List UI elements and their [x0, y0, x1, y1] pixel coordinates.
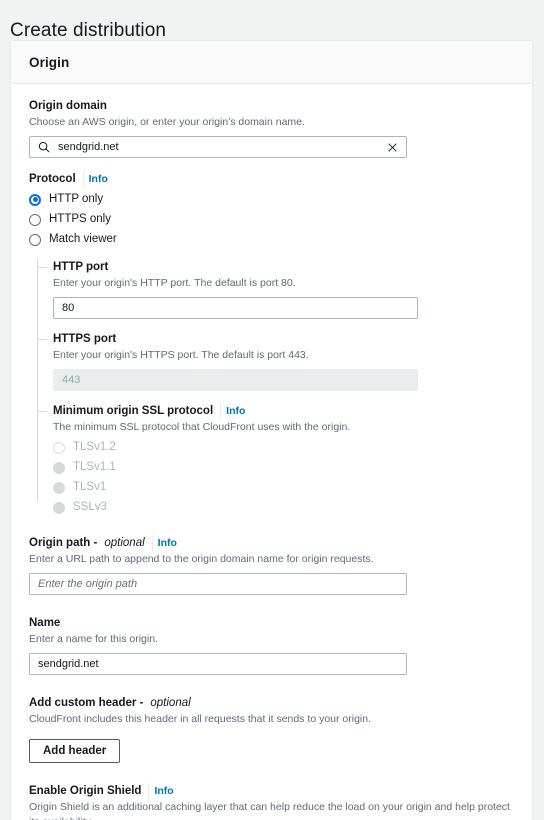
custom-header-field: Add custom header - optional CloudFront …: [29, 695, 514, 763]
add-header-button[interactable]: Add header: [29, 739, 121, 763]
protocol-option-label: HTTPS only: [49, 213, 111, 225]
origin-domain-value: sendgrid.net: [58, 141, 119, 153]
protocol-option-http-only[interactable]: HTTP only: [29, 192, 514, 207]
origin-domain-label: Origin domain: [29, 100, 107, 112]
origin-path-label: Origin path -: [29, 537, 98, 549]
protocol-option-https-only[interactable]: HTTPS only: [29, 212, 514, 227]
origin-domain-description: Choose an AWS origin, or enter your orig…: [29, 116, 305, 128]
origin-path-description: Enter a URL path to append to the origin…: [29, 553, 374, 565]
custom-header-optional-tag: optional: [150, 697, 191, 709]
close-icon[interactable]: [387, 142, 398, 153]
origin-name-input[interactable]: sendgrid.net: [29, 653, 407, 675]
https-port-label: HTTPS port: [53, 333, 117, 345]
search-icon: [38, 141, 50, 153]
origin-domain-label-row: Origin domain: [29, 98, 514, 114]
min-ssl-protocol-field: Minimum origin SSL protocol Info The min…: [37, 403, 514, 515]
min-ssl-option-label: TLSv1: [73, 481, 107, 493]
radio-icon: [53, 461, 65, 474]
min-ssl-option-label: TLSv1.2: [73, 441, 116, 453]
origin-shield-label-row: Enable Origin Shield Info: [29, 783, 514, 799]
protocol-field: Protocol Info HTTP only HTTPS only Match…: [29, 171, 514, 515]
origin-shield-field: Enable Origin Shield Info Origin Shield …: [29, 783, 514, 820]
https-port-input: 443: [53, 369, 418, 391]
custom-header-description: CloudFront includes this header in all r…: [29, 713, 372, 725]
https-port-label-row: HTTPS port: [53, 331, 514, 347]
http-port-description: Enter your origin's HTTP port. The defau…: [53, 277, 296, 289]
protocol-option-label: HTTP only: [49, 193, 104, 205]
min-ssl-option-label: TLSv1.1: [73, 461, 116, 473]
protocol-label-row: Protocol Info: [29, 171, 514, 187]
origin-domain-input-content: sendgrid.net: [38, 141, 387, 153]
http-port-value: 80: [62, 302, 75, 314]
origin-shield-label: Enable Origin Shield: [29, 785, 142, 797]
http-port-label-row: HTTP port: [53, 259, 514, 275]
protocol-info-link[interactable]: Info: [82, 171, 108, 187]
https-port-value: 443: [62, 374, 81, 386]
min-ssl-option-tlsv1: TLSv1: [53, 480, 514, 495]
radio-icon: [29, 233, 41, 246]
origin-path-input[interactable]: Enter the origin path: [29, 573, 407, 595]
origin-path-label-row: Origin path - optional Info: [29, 535, 514, 551]
radio-icon: [29, 213, 41, 226]
min-ssl-description: The minimum SSL protocol that CloudFront…: [53, 421, 351, 433]
min-ssl-label: Minimum origin SSL protocol: [53, 405, 214, 417]
radio-icon: [53, 481, 65, 494]
protocol-nested-settings: HTTP port Enter your origin's HTTP port.…: [37, 259, 514, 515]
origin-name-label: Name: [29, 617, 61, 629]
http-port-field: HTTP port Enter your origin's HTTP port.…: [37, 259, 514, 319]
custom-header-label: Add custom header -: [29, 697, 144, 709]
origin-panel-body: Origin domain Choose an AWS origin, or e…: [11, 84, 532, 820]
min-ssl-label-row: Minimum origin SSL protocol Info: [53, 403, 514, 419]
https-port-field: HTTPS port Enter your origin's HTTPS por…: [37, 331, 514, 391]
radio-icon: [53, 501, 65, 514]
origin-path-info-link[interactable]: Info: [151, 535, 177, 551]
https-port-description: Enter your origin's HTTPS port. The defa…: [53, 349, 309, 361]
min-ssl-option-tlsv11: TLSv1.1: [53, 460, 514, 475]
min-ssl-option-sslv3: SSLv3: [53, 500, 514, 515]
origin-name-field: Name Enter a name for this origin. sendg…: [29, 615, 514, 675]
min-ssl-option-label: SSLv3: [73, 501, 107, 513]
custom-header-label-row: Add custom header - optional: [29, 695, 514, 711]
protocol-option-label: Match viewer: [49, 233, 117, 245]
create-distribution-page: Create distribution Origin Origin domain…: [0, 0, 544, 820]
origin-domain-field: Origin domain Choose an AWS origin, or e…: [29, 98, 514, 158]
origin-panel-title: Origin: [29, 55, 70, 70]
origin-name-value: sendgrid.net: [38, 658, 99, 670]
min-ssl-option-tlsv12: TLSv1.2: [53, 440, 514, 455]
http-port-label: HTTP port: [53, 261, 109, 273]
origin-name-description: Enter a name for this origin.: [29, 633, 158, 645]
origin-path-optional-tag: optional: [104, 537, 145, 549]
origin-shield-description: Origin Shield is an additional caching l…: [29, 801, 510, 820]
radio-icon: [29, 193, 41, 206]
origin-panel-header: Origin: [11, 41, 532, 84]
origin-panel: Origin Origin domain Choose an AWS origi…: [10, 40, 533, 820]
origin-name-label-row: Name: [29, 615, 514, 631]
origin-path-field: Origin path - optional Info Enter a URL …: [29, 535, 514, 595]
http-port-input[interactable]: 80: [53, 297, 418, 319]
origin-path-placeholder: Enter the origin path: [38, 578, 138, 590]
min-ssl-info-link[interactable]: Info: [220, 403, 245, 419]
protocol-option-match-viewer[interactable]: Match viewer: [29, 232, 514, 247]
radio-icon: [53, 441, 65, 454]
origin-domain-input[interactable]: sendgrid.net: [29, 136, 407, 158]
origin-shield-info-link[interactable]: Info: [148, 783, 174, 799]
protocol-label: Protocol: [29, 173, 76, 185]
